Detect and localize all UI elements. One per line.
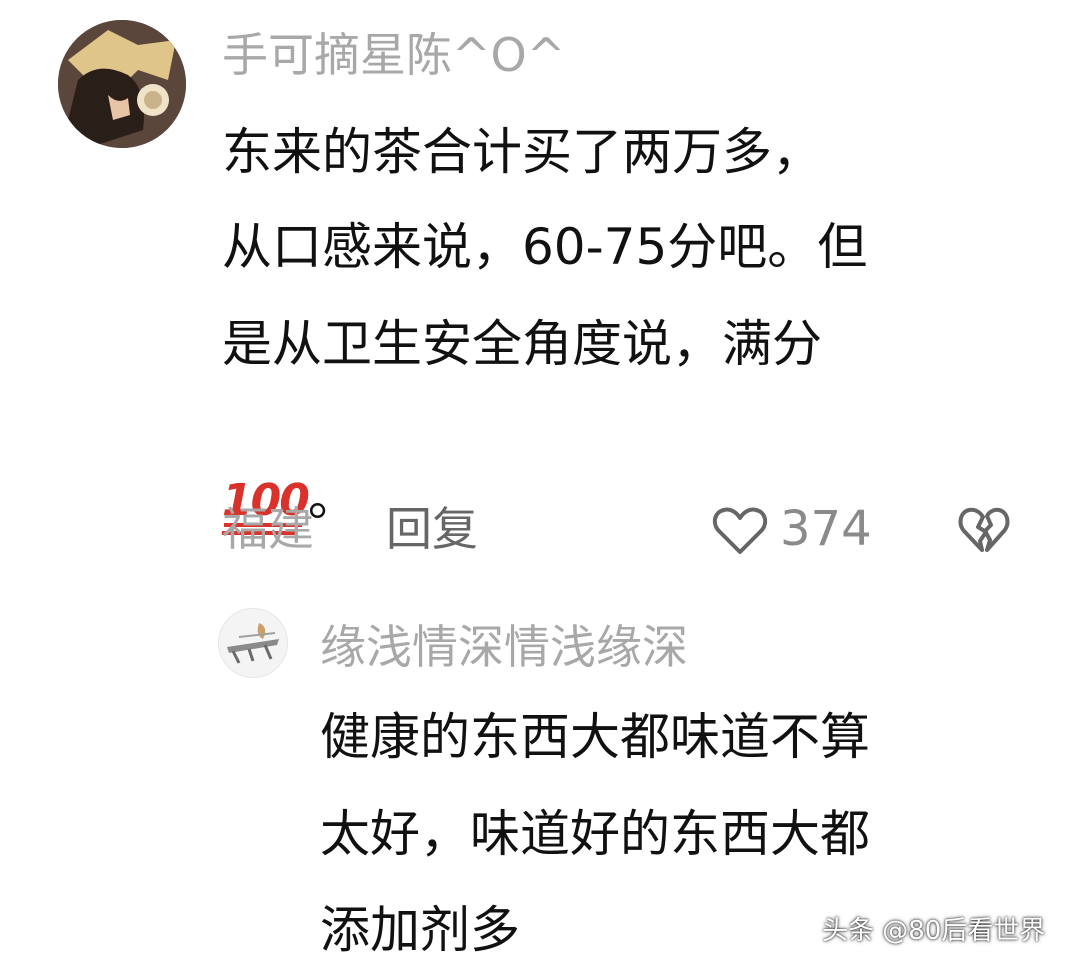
reply-line-3: 添加剂多 [320,901,520,959]
reply-line-1: 健康的东西大都味道不算 [320,708,870,766]
broken-heart-icon[interactable] [958,506,1010,554]
reply-avatar[interactable] [218,608,288,678]
avatar-image [58,20,186,148]
comment-line-2: 从口感来说，60-75分吧。但 [222,218,868,276]
comment-username[interactable]: 手可摘星陈^O^ [222,26,565,84]
reply-button[interactable]: 回复 [386,500,478,558]
reply-avatar-image [219,609,287,677]
like-count: 374 [780,501,872,557]
reply-line-2: 太好，味道好的东西大都 [320,805,870,863]
comment-location: 福建 [222,502,314,556]
comment-trailing-punct: 。 [307,469,358,527]
comment-line-1: 东来的茶合计买了两万多， [222,123,822,181]
avatar[interactable] [58,20,186,148]
heart-outline-icon[interactable] [712,506,768,556]
watermark: 头条 @80后看世界 [822,916,1046,946]
reply-username[interactable]: 缘浅情深情浅缘深 [320,618,688,676]
comment-line-3: 是从卫生安全角度说，满分 [222,315,822,373]
